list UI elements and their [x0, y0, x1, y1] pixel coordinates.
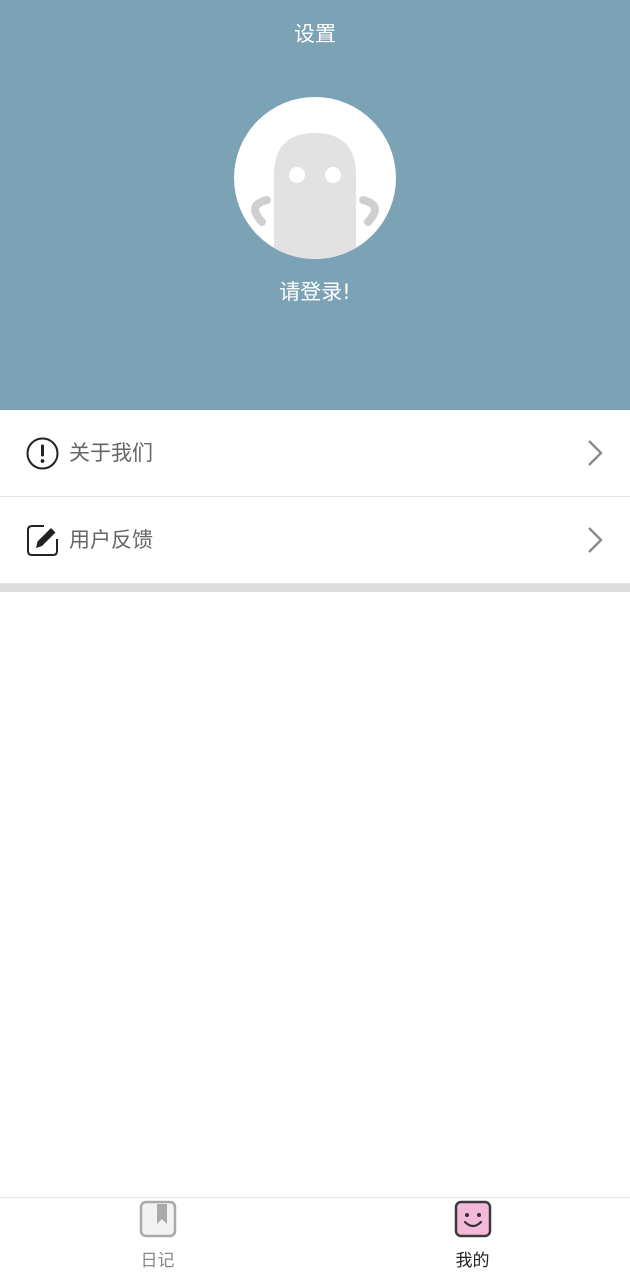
smiley-face-icon [454, 1200, 492, 1238]
menu-divider [0, 584, 630, 592]
page-title: 设置 [294, 22, 336, 46]
avatar[interactable] [234, 97, 396, 259]
edit-icon [27, 525, 58, 556]
tab-label: 日记 [140, 1251, 175, 1271]
ghost-avatar-icon [251, 133, 379, 259]
bottom-tab-bar: 日记 我的 [0, 1197, 630, 1281]
tab-diary[interactable]: 日记 [0, 1198, 315, 1281]
menu-item-about-us[interactable]: 关于我们 [0, 410, 630, 497]
login-prompt[interactable]: 请登录! [0, 276, 630, 308]
tab-mine[interactable]: 我的 [315, 1198, 630, 1281]
diary-book-icon [139, 1200, 177, 1238]
profile-header: 设置 请登录! [0, 0, 630, 410]
chevron-right-icon [588, 440, 603, 466]
menu-item-label: 用户反馈 [69, 528, 153, 552]
menu-item-label: 关于我们 [69, 441, 153, 465]
tab-label: 我的 [455, 1251, 490, 1271]
info-circle-icon [26, 437, 59, 470]
settings-menu: 关于我们 用户反馈 [0, 410, 630, 592]
chevron-right-icon [588, 527, 603, 553]
menu-item-feedback[interactable]: 用户反馈 [0, 497, 630, 584]
